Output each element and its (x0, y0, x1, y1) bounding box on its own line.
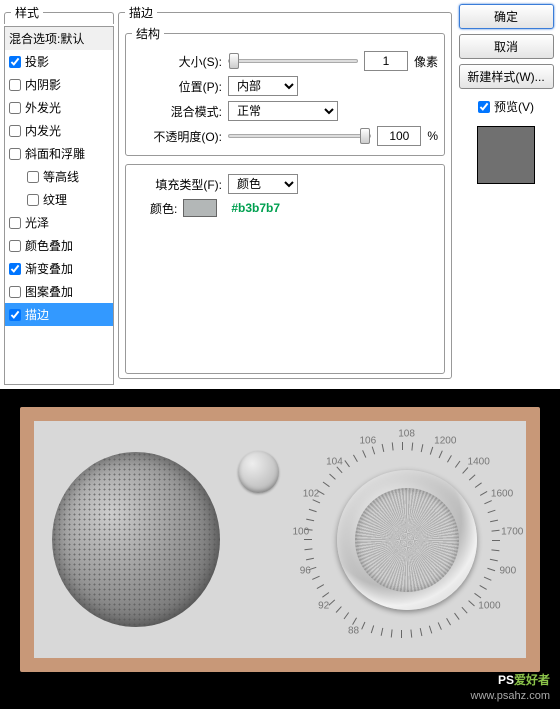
styles-fieldset: 样式 (4, 4, 114, 24)
style-item-11[interactable]: 描边 (5, 303, 113, 326)
result-preview: 88 92 96 100 102 104 106 108 1200 1400 1600 1700 900… (0, 389, 560, 709)
style-label: 颜色叠加 (25, 237, 73, 254)
speaker-grille (52, 452, 220, 627)
layer-style-dialog: 样式 混合选项:默认 投影内阴影外发光内发光斜面和浮雕等高线纹理光泽颜色叠加渐变… (0, 0, 560, 389)
cancel-button[interactable]: 取消 (459, 34, 554, 59)
dial-label: 104 (326, 456, 343, 467)
tuning-dial (337, 470, 477, 610)
dial-label: 106 (359, 435, 376, 446)
fill-group: 填充类型(F): 颜色 颜色: #b3b7b7 (125, 164, 445, 374)
filltype-select[interactable]: 颜色 (228, 174, 298, 194)
style-checkbox[interactable] (9, 102, 21, 114)
style-item-1[interactable]: 内阴影 (5, 73, 113, 96)
structure-group: 结构 大小(S): 像素 位置(P): 内部 混合模式: 正常 不透明度(O): (125, 25, 445, 156)
style-checkbox[interactable] (9, 148, 21, 160)
style-checkbox[interactable] (9, 240, 21, 252)
style-item-0[interactable]: 投影 (5, 50, 113, 73)
dial-label: 1200 (434, 435, 456, 446)
style-label: 渐变叠加 (25, 260, 73, 277)
opacity-label: 不透明度(O): (132, 128, 222, 145)
dial-label: 108 (398, 428, 415, 439)
style-item-9[interactable]: 渐变叠加 (5, 257, 113, 280)
style-label: 斜面和浮雕 (25, 145, 85, 162)
filltype-label: 填充类型(F): (132, 176, 222, 193)
style-label: 投影 (25, 53, 49, 70)
styles-header[interactable]: 混合选项:默认 (5, 27, 113, 50)
size-input[interactable] (364, 51, 408, 71)
blend-label: 混合模式: (132, 103, 222, 120)
position-label: 位置(P): (132, 78, 222, 95)
dial-label: 102 (303, 488, 320, 499)
size-unit: 像素 (414, 53, 438, 70)
style-checkbox[interactable] (27, 171, 39, 183)
color-swatch[interactable] (183, 199, 217, 217)
style-checkbox[interactable] (9, 286, 21, 298)
style-label: 描边 (25, 306, 49, 323)
style-label: 外发光 (25, 99, 61, 116)
style-label: 内阴影 (25, 76, 61, 93)
size-slider[interactable] (228, 59, 358, 63)
style-checkbox[interactable] (9, 125, 21, 137)
opacity-slider[interactable] (228, 134, 371, 138)
small-knob (238, 451, 278, 493)
tuning-dial-wrap: 8892961001021041061081200140016001700900… (297, 430, 508, 650)
style-label: 等高线 (43, 168, 79, 185)
preview-checkbox[interactable] (478, 101, 490, 113)
style-label: 图案叠加 (25, 283, 73, 300)
new-style-button[interactable]: 新建样式(W)... (459, 64, 554, 89)
style-item-7[interactable]: 光泽 (5, 211, 113, 234)
styles-list: 混合选项:默认 投影内阴影外发光内发光斜面和浮雕等高线纹理光泽颜色叠加渐变叠加图… (4, 26, 114, 385)
dial-label: 1400 (468, 456, 490, 467)
watermark: PS爱好者 www.psahz.com (471, 668, 550, 703)
style-item-5[interactable]: 等高线 (5, 165, 113, 188)
blend-select[interactable]: 正常 (228, 101, 338, 121)
style-item-10[interactable]: 图案叠加 (5, 280, 113, 303)
style-item-8[interactable]: 颜色叠加 (5, 234, 113, 257)
style-checkbox[interactable] (9, 263, 21, 275)
style-item-2[interactable]: 外发光 (5, 96, 113, 119)
style-checkbox[interactable] (9, 309, 21, 321)
dial-label: 900 (499, 565, 516, 576)
preview-label: 预览(V) (494, 98, 534, 115)
dial-label: 96 (300, 565, 311, 576)
style-checkbox[interactable] (27, 194, 39, 206)
dial-label: 88 (348, 626, 359, 637)
style-item-3[interactable]: 内发光 (5, 119, 113, 142)
color-hex: #b3b7b7 (231, 201, 280, 215)
opacity-unit: % (427, 129, 438, 143)
stroke-panel: 描边 结构 大小(S): 像素 位置(P): 内部 混合模式: 正常 (118, 4, 452, 379)
dial-label: 1600 (491, 488, 513, 499)
dial-label: 92 (318, 600, 329, 611)
color-label: 颜色: (150, 200, 177, 217)
style-checkbox[interactable] (9, 79, 21, 91)
dial-label: 100 (292, 526, 309, 537)
preview-swatch (477, 126, 535, 184)
styles-legend: 样式 (11, 4, 43, 21)
stroke-legend: 描边 (125, 4, 157, 21)
opacity-input[interactable] (377, 126, 421, 146)
size-label: 大小(S): (132, 53, 222, 70)
style-checkbox[interactable] (9, 217, 21, 229)
style-checkbox[interactable] (9, 56, 21, 68)
style-label: 光泽 (25, 214, 49, 231)
preview-checkbox-row[interactable]: 预览(V) (478, 98, 534, 115)
style-label: 纹理 (43, 191, 67, 208)
style-item-4[interactable]: 斜面和浮雕 (5, 142, 113, 165)
dial-label: 1000 (478, 600, 500, 611)
style-item-6[interactable]: 纹理 (5, 188, 113, 211)
position-select[interactable]: 内部 (228, 76, 298, 96)
dial-label: 1700 (501, 526, 523, 537)
style-label: 内发光 (25, 122, 61, 139)
ok-button[interactable]: 确定 (459, 4, 554, 29)
radio-device: 88 92 96 100 102 104 106 108 1200 1400 1600 1700 900… (20, 407, 540, 672)
structure-legend: 结构 (132, 25, 164, 42)
